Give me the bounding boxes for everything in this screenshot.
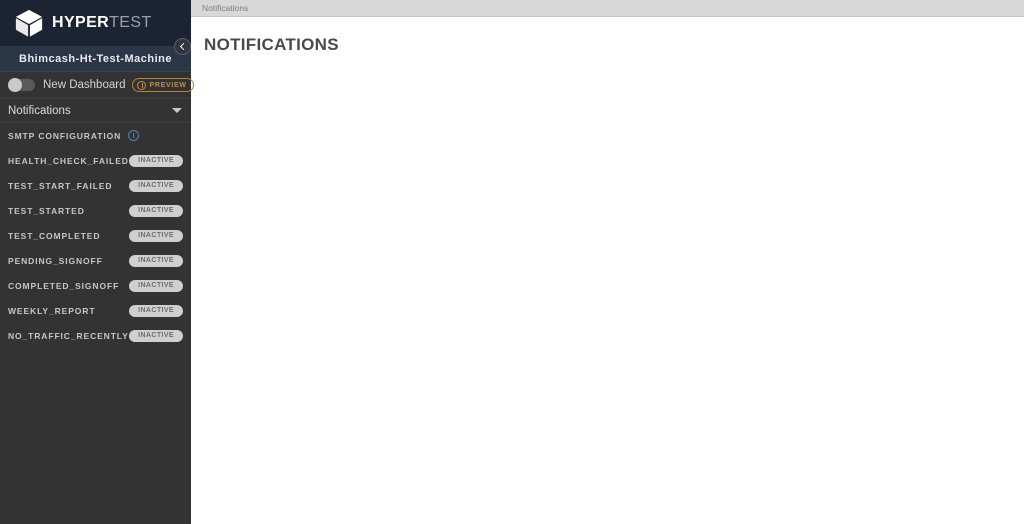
toggle-knob — [8, 78, 22, 92]
list-item[interactable]: TEST_STARTED INACTIVE — [0, 198, 191, 223]
chevron-down-icon[interactable] — [172, 108, 182, 113]
sidebar-item-smtp-configuration[interactable]: SMTP CONFIGURATION — [0, 123, 191, 148]
notification-label: WEEKLY_REPORT — [8, 305, 96, 316]
brand-logo-area[interactable]: HYPERTEST — [0, 0, 191, 46]
sidebar-section-label: Notifications — [8, 104, 71, 117]
notification-label: PENDING_SIGNOFF — [8, 255, 103, 266]
status-badge: INACTIVE — [129, 204, 183, 217]
breadcrumb: Notifications — [191, 0, 1024, 17]
list-item[interactable]: HEALTH_CHECK_FAILED INACTIVE — [0, 148, 191, 173]
status-badge: INACTIVE — [129, 179, 183, 192]
list-item[interactable]: TEST_START_FAILED INACTIVE — [0, 173, 191, 198]
notification-list: HEALTH_CHECK_FAILED INACTIVE TEST_START_… — [0, 148, 191, 348]
status-badge: INACTIVE — [129, 254, 183, 267]
status-badge: INACTIVE — [129, 229, 183, 242]
status-badge: INACTIVE — [129, 154, 183, 167]
preview-badge-label: PREVIEW — [149, 81, 187, 89]
list-item[interactable]: NO_TRAFFIC_RECENTLY INACTIVE — [0, 323, 191, 348]
brand-name-light: TEST — [109, 14, 152, 31]
info-circle-icon — [137, 80, 147, 90]
list-item[interactable]: TEST_COMPLETED INACTIVE — [0, 223, 191, 248]
content-body — [191, 55, 1024, 524]
new-dashboard-row: New Dashboard PREVIEW — [0, 72, 194, 99]
notification-label: COMPLETED_SIGNOFF — [8, 280, 120, 291]
info-circle-icon[interactable] — [128, 130, 140, 141]
new-dashboard-label: New Dashboard — [43, 79, 126, 91]
main-content: Notifications NOTIFICATIONS — [191, 0, 1024, 524]
preview-badge[interactable]: PREVIEW — [132, 78, 194, 92]
notification-label: HEALTH_CHECK_FAILED — [8, 155, 129, 166]
new-dashboard-toggle[interactable] — [8, 78, 35, 92]
machine-name-label: Bhimcash-Ht-Test-Machine — [19, 52, 172, 65]
status-badge: INACTIVE — [129, 304, 183, 317]
cube-icon — [15, 9, 43, 37]
status-badge: INACTIVE — [129, 329, 183, 342]
brand-name: HYPERTEST — [52, 15, 152, 31]
notification-label: NO_TRAFFIC_RECENTLY — [8, 330, 129, 341]
page-title: NOTIFICATIONS — [204, 35, 339, 54]
list-item[interactable]: PENDING_SIGNOFF INACTIVE — [0, 248, 191, 273]
list-item[interactable]: WEEKLY_REPORT INACTIVE — [0, 298, 191, 323]
sidebar: HYPERTEST Bhimcash-Ht-Test-Machine New D… — [0, 0, 194, 524]
status-badge: INACTIVE — [129, 279, 183, 292]
list-item[interactable]: COMPLETED_SIGNOFF INACTIVE — [0, 273, 191, 298]
notification-label: TEST_START_FAILED — [8, 180, 113, 191]
breadcrumb-item-notifications[interactable]: Notifications — [202, 3, 248, 13]
smtp-configuration-label: SMTP CONFIGURATION — [8, 130, 122, 141]
sidebar-collapse-button[interactable] — [174, 38, 191, 55]
brand-name-bold: HYPER — [52, 14, 110, 31]
notification-label: TEST_STARTED — [8, 205, 85, 216]
notification-label: TEST_COMPLETED — [8, 230, 101, 241]
app-root: HYPERTEST Bhimcash-Ht-Test-Machine New D… — [0, 0, 1024, 524]
chevron-left-icon — [179, 42, 188, 51]
machine-name-bar[interactable]: Bhimcash-Ht-Test-Machine — [0, 46, 191, 72]
sidebar-section-notifications[interactable]: Notifications — [0, 99, 191, 123]
